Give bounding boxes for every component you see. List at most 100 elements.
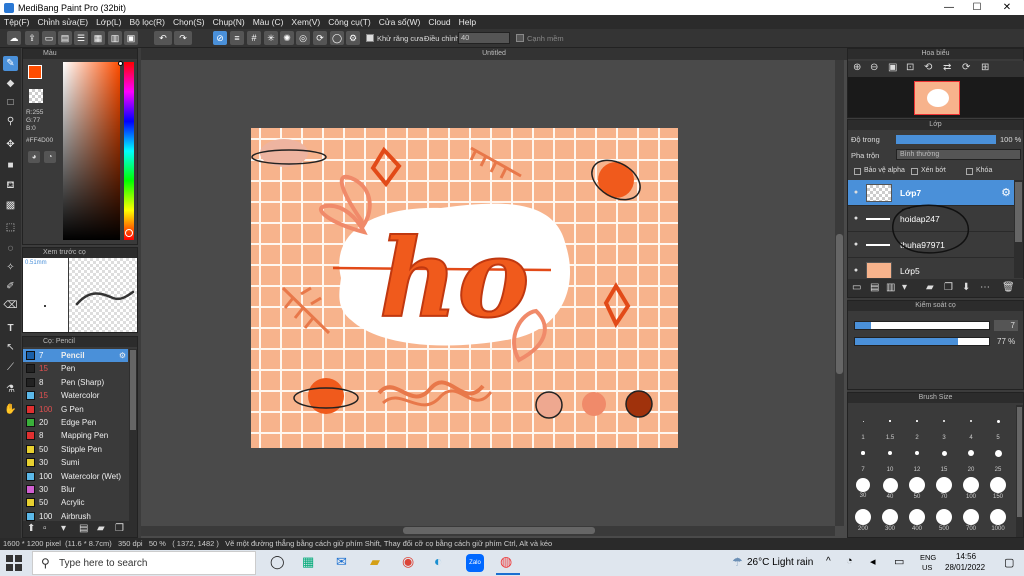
menu-cloud[interactable]: Cloud bbox=[424, 17, 454, 27]
snap-parallel-icon[interactable]: ≡ bbox=[230, 31, 244, 45]
brush-size-option[interactable]: 15 bbox=[931, 439, 957, 473]
cloud-icon[interactable]: ☁ bbox=[7, 31, 21, 45]
snap-focus-icon[interactable]: ✺ bbox=[280, 31, 294, 45]
operation-tool-icon[interactable]: ↖ bbox=[3, 340, 18, 355]
snap-settings-icon[interactable]: ⚙ bbox=[346, 31, 360, 45]
magic-wand-icon[interactable]: ✧ bbox=[3, 260, 18, 275]
brush-item-pencil[interactable]: 7 Pencil ⚙ bbox=[23, 349, 128, 362]
rectangle-tool-icon[interactable]: □ bbox=[3, 95, 18, 110]
taskbar-search-box[interactable]: ⚲ Type here to search bbox=[32, 551, 256, 575]
rotate-right-icon[interactable]: ⟳ bbox=[962, 62, 970, 73]
new-layer-icon[interactable]: ▭ bbox=[852, 282, 861, 293]
zoom-out-icon[interactable]: ⊖ bbox=[870, 62, 878, 73]
brush-item-pen[interactable]: 15 Pen bbox=[23, 362, 128, 375]
layer-settings-icon[interactable]: ⚙ bbox=[1001, 186, 1011, 199]
smooth-checkbox[interactable] bbox=[516, 34, 524, 42]
volume-icon[interactable]: ◂ bbox=[870, 555, 876, 568]
undo-icon[interactable]: ↶ bbox=[154, 31, 172, 45]
brush-size-option[interactable]: 200 bbox=[850, 503, 876, 532]
brush-size-option[interactable]: 1000 bbox=[985, 503, 1011, 532]
notification-icon[interactable]: ▢ bbox=[1004, 556, 1014, 569]
brush-item-watercolor[interactable]: 15 Watercolor bbox=[23, 389, 128, 402]
brush-size-slider[interactable] bbox=[854, 321, 990, 330]
file-explorer-icon[interactable]: ▰ bbox=[370, 554, 380, 570]
brush-folder-icon[interactable]: ▰ bbox=[97, 523, 105, 534]
brush-tool-icon[interactable]: ✎ bbox=[3, 56, 18, 71]
chrome-icon[interactable]: ◉ bbox=[402, 553, 414, 570]
color-picker-cursor[interactable] bbox=[118, 61, 123, 66]
horizontal-scrollbar[interactable] bbox=[141, 526, 835, 536]
zalo-icon[interactable]: Zalo bbox=[466, 554, 484, 572]
hand-tool-icon[interactable]: ✋ bbox=[3, 402, 18, 417]
weather-icon[interactable]: ☂ bbox=[732, 555, 743, 569]
menu-tools[interactable]: Công cụ(T) bbox=[324, 17, 375, 27]
brush-size-option[interactable]: 12 bbox=[904, 439, 930, 473]
layer-item[interactable]: ● Lớp5 bbox=[848, 258, 1014, 278]
dot-tool-icon[interactable]: ⚲ bbox=[3, 114, 18, 129]
layer-visibility-icon[interactable]: ● bbox=[848, 241, 864, 248]
windows-start-icon[interactable] bbox=[6, 555, 22, 571]
maximize-button[interactable]: ☐ bbox=[962, 0, 992, 15]
network-icon[interactable]: ◔ bbox=[846, 555, 853, 567]
move-tool-icon[interactable]: ✥ bbox=[3, 137, 18, 152]
brush-size-option[interactable]: 150 bbox=[985, 471, 1011, 500]
hue-slider[interactable] bbox=[124, 62, 134, 240]
adjust-input[interactable]: 40 bbox=[458, 32, 510, 44]
minimize-button[interactable]: — bbox=[934, 0, 964, 15]
delete-layer-icon[interactable]: 🗑 bbox=[1002, 282, 1015, 293]
merge-layer-icon[interactable]: ⬇ bbox=[962, 282, 970, 293]
menu-color[interactable]: Màu (C) bbox=[249, 17, 288, 27]
chat-icon[interactable]: ▤ bbox=[58, 31, 72, 45]
menu-select[interactable]: Chọn(S) bbox=[169, 17, 209, 27]
add-layer-dropdown-icon[interactable]: ▾ bbox=[902, 282, 907, 293]
main-color-swatch[interactable] bbox=[28, 65, 42, 79]
lasso-tool-icon[interactable]: ◌ bbox=[3, 241, 18, 256]
brush-item-pen-sharp[interactable]: 8 Pen (Sharp) bbox=[23, 376, 128, 389]
brush-size-option[interactable]: 3 bbox=[931, 407, 957, 441]
brush-item-watercolor-wet[interactable]: 100 Watercolor (Wet) bbox=[23, 470, 128, 483]
brush-size-option[interactable]: 70 bbox=[931, 471, 957, 500]
brush-size-option[interactable]: 300 bbox=[877, 503, 903, 532]
brush-opacity-slider[interactable] bbox=[854, 337, 990, 346]
brush-dropdown-icon[interactable]: ▾ bbox=[61, 523, 66, 534]
clock-date[interactable]: 28/01/2022 bbox=[945, 563, 985, 572]
comment-icon[interactable]: ▭ bbox=[42, 31, 56, 45]
menu-layer[interactable]: Lớp(L) bbox=[92, 17, 125, 27]
brush-size-option[interactable]: 40 bbox=[877, 471, 903, 500]
layer-visibility-icon[interactable]: ● bbox=[848, 189, 864, 196]
snap-grid-icon[interactable]: # bbox=[247, 31, 261, 45]
transparent-swatch[interactable] bbox=[29, 89, 43, 103]
document-tab[interactable]: Untitled bbox=[141, 48, 847, 60]
drawing-canvas[interactable]: ho bbox=[251, 128, 678, 448]
select-pen-icon[interactable]: ✐ bbox=[3, 279, 18, 294]
brush-size-option[interactable]: 100 bbox=[958, 471, 984, 500]
share-icon[interactable]: ⇪ bbox=[25, 31, 39, 45]
brush-item-acrylic[interactable]: 50 Acrylic bbox=[23, 496, 128, 509]
divide-tool-icon[interactable]: ⟋ bbox=[3, 360, 18, 375]
brush-size-option[interactable]: 5 bbox=[985, 407, 1011, 441]
brush-size-option[interactable]: 25 bbox=[985, 439, 1011, 473]
page-icon[interactable]: ▥ bbox=[108, 31, 122, 45]
rotate-left-icon[interactable]: ⟲ bbox=[924, 62, 932, 73]
layer-opacity-slider[interactable] bbox=[896, 135, 996, 144]
brush-item-g-pen[interactable]: 100 G Pen bbox=[23, 403, 128, 416]
bucket-tool-icon[interactable]: ⛾ bbox=[3, 178, 18, 193]
blend-mode-select[interactable]: Bình thường bbox=[896, 149, 1021, 160]
vertical-scrollbar[interactable] bbox=[835, 60, 844, 526]
lang-label-2[interactable]: US bbox=[922, 563, 932, 572]
list-icon[interactable]: ☰ bbox=[74, 31, 88, 45]
eraser-tool-icon[interactable]: ◆ bbox=[3, 76, 18, 91]
add-brush-icon[interactable]: ⬆ bbox=[27, 523, 35, 534]
snap-ellipse-icon[interactable]: ◯ bbox=[330, 31, 344, 45]
lock-checkbox[interactable] bbox=[966, 168, 973, 175]
clock-time[interactable]: 14:56 bbox=[956, 552, 976, 561]
menu-window[interactable]: Cửa sổ(W) bbox=[375, 17, 425, 27]
mail-icon[interactable]: ✉ bbox=[336, 554, 347, 570]
close-button[interactable]: ✕ bbox=[992, 0, 1022, 15]
zoom-in-icon[interactable]: ⊕ bbox=[853, 62, 861, 73]
actual-size-icon[interactable]: ⊡ bbox=[906, 62, 914, 73]
duplicate-layer-icon[interactable]: ❐ bbox=[944, 282, 953, 293]
copy-brush-icon[interactable]: ▤ bbox=[79, 523, 88, 534]
menu-view[interactable]: Xem(V) bbox=[287, 17, 324, 27]
layer-more-icon[interactable]: ⋯ bbox=[980, 282, 990, 293]
